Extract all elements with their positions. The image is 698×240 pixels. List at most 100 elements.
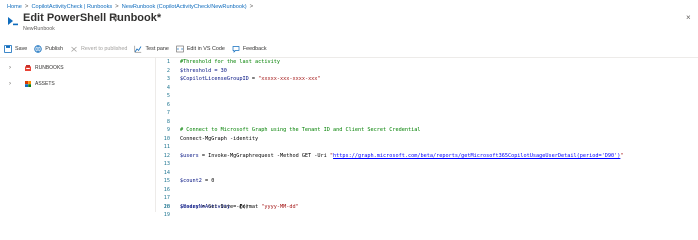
code-operator: = 0 [201,178,215,185]
revert-label: Revert to published [80,46,128,52]
tree-item-label: RUNBOOKS [35,65,64,71]
code-line: 5 [156,92,698,101]
code-operator: = Invoke-MgGraphrequest -Method GET -Uri [198,152,330,159]
edit-in-vscode-label: Edit in VS Code [186,46,225,52]
code-variable: $users [180,152,199,159]
edit-in-vscode-button[interactable]: Edit in VS Code [176,45,225,53]
line-number: 11 [163,144,170,151]
code-line: 8 [156,118,698,127]
code-operator: = [248,76,259,83]
close-icon[interactable]: × [686,13,691,22]
code-text: $threshold = 30 [180,67,227,74]
feedback-icon [232,45,240,53]
line-number: 5 [166,93,170,100]
breadcrumb-runbooks[interactable]: CopilotActivityCheck | Runbooks [31,4,112,10]
code-variable: $UsersNoActivity [180,204,230,211]
feedback-label: Feedback [242,46,267,52]
line-number: 1 [166,59,170,66]
chevron-right-icon[interactable]: › [9,65,17,71]
line-number: 4 [166,84,170,91]
code-text: $count2 = 0 [180,178,214,184]
line-number: 20 [163,204,170,211]
line-number: 2 [166,67,170,74]
save-label: Save [15,46,28,52]
code-line: 1 #Threshold for the last activity [156,58,698,67]
page-subtitle: NewRunbook [23,26,55,32]
revert-to-published-button[interactable]: Revert to published [70,45,127,53]
test-pane-label: Test pane [145,46,169,52]
code-variable: $count2 [180,178,202,185]
code-line: 3 $CopilotLicenseGroupID = "xxxxx-xxx-xx… [156,75,698,84]
publish-icon [34,45,42,53]
code-text: $UsersNoActivity = @() [180,204,249,210]
line-number: 12 [163,152,170,159]
page-header: Edit PowerShell Runbook* NewRunbook × [0,12,698,38]
line-number: 3 [166,76,170,83]
code-line: 17 [156,194,698,203]
tree-item-runbooks[interactable]: › RUNBOOKS [9,63,64,73]
breadcrumb-separator: > [115,4,119,10]
code-line: 10 Connect-MgGraph -identity [156,135,698,144]
line-number: 7 [166,110,170,117]
feedback-button[interactable]: Feedback [232,45,267,53]
code-line: 12 $users = Invoke-MgGraphrequest -Metho… [156,152,698,161]
code-text: $CopilotLicenseGroupID = "xxxxx-xxx-xxxx… [180,76,321,82]
code-line: 6 [156,101,698,110]
line-number: 14 [163,169,170,176]
vscode-icon [176,45,184,53]
code-line: 4 [156,84,698,93]
breadcrumb-separator: > [249,4,254,10]
save-icon [4,45,12,53]
code-comment: #Threshold for the last activity [180,59,280,66]
runbook-explorer: › RUNBOOKS › ASSETS [0,58,154,212]
line-number: 17 [163,195,170,202]
code-operator: = @() [229,204,249,211]
breadcrumb: Home > CopilotActivityCheck | Runbooks >… [7,2,256,12]
code-line: 2 $threshold = 30 [156,67,698,76]
runbook-icon [24,64,32,72]
code-string: "xxxxx-xxx-xxxx-xxx" [258,76,321,83]
runbook-logo-icon [7,14,19,26]
code-comment: # Connect to Microsoft Graph using the T… [180,127,421,134]
code-line: 20 $UsersNoActivity = @() [156,203,698,212]
breadcrumb-home[interactable]: Home [7,4,22,10]
test-pane-icon [134,45,142,53]
code-line: 13 [156,160,698,169]
line-number: 16 [163,186,170,193]
line-number: 13 [163,161,170,168]
code-editor[interactable]: 1 #Threshold for the last activity 2 $th… [156,58,698,218]
test-pane-button[interactable]: Test pane [134,45,169,53]
revert-icon [70,45,78,53]
code-line: 16 [156,186,698,195]
line-number: 6 [166,101,170,108]
pin-icon[interactable] [112,15,119,24]
code-line: 19 [156,211,698,220]
code-text: Connect-MgGraph -identity [180,135,259,142]
code-quote: " [620,152,624,159]
publish-button[interactable]: Publish [34,45,63,53]
code-url-link[interactable]: https://graph.microsoft.com/beta/reports… [333,153,620,159]
code-line: 11 [156,143,698,152]
line-number: 19 [163,212,170,219]
code-line: 14 [156,169,698,178]
line-number: 10 [163,135,170,142]
code-variable: $CopilotLicenseGroupID [180,76,249,83]
line-number: 15 [163,178,170,185]
line-number: 8 [166,118,170,125]
assets-icon [24,80,32,88]
line-number: 9 [166,127,170,134]
tree-item-assets[interactable]: › ASSETS [9,79,55,89]
code-line: 7 [156,109,698,118]
page-title: Edit PowerShell Runbook* [23,12,162,24]
chevron-right-icon[interactable]: › [9,81,17,87]
breadcrumb-separator: > [24,4,29,10]
publish-label: Publish [45,46,63,52]
tree-item-label: ASSETS [35,81,55,87]
toolbar: Save Publish Revert to published Test pa… [0,42,698,56]
code-line: 15 $count2 = 0 [156,177,698,186]
breadcrumb-newrunbook[interactable]: NewRunbook (CopilotActivityCheck/NewRunb… [122,4,247,10]
code-editor-overflow: 20 $UsersNoActivity = @() [156,203,698,212]
code-text: $users = Invoke-MgGraphrequest -Method G… [180,153,624,159]
save-button[interactable]: Save [4,45,27,53]
code-line: 9 # Connect to Microsoft Graph using the… [156,126,698,135]
